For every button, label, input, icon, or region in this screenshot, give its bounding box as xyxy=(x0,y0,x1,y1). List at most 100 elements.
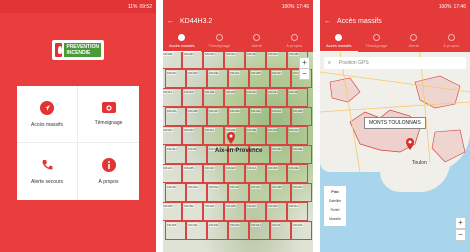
grid-tile[interactable]: KD41A xyxy=(203,126,224,145)
grid-tile[interactable]: KD43E xyxy=(249,107,270,126)
grid-tile[interactable]: KD42A xyxy=(203,202,224,221)
grid-tile[interactable]: KD44I xyxy=(287,88,308,107)
grid-tile[interactable]: KD43E xyxy=(291,145,312,164)
grid-tile[interactable]: KD42C xyxy=(163,126,182,145)
grid-tile[interactable]: KD44G xyxy=(186,183,207,202)
zoom-out-button[interactable]: − xyxy=(299,68,310,80)
status-bar: 100% 17:46 xyxy=(163,0,313,13)
grid-tile[interactable]: KD43C xyxy=(291,183,312,202)
grid-tile[interactable]: KD41A xyxy=(287,202,308,221)
grid-tile[interactable]: KD42C xyxy=(245,202,266,221)
grid-tile-code: KD43C xyxy=(209,109,219,113)
grid-tile[interactable]: KD43D xyxy=(186,69,207,88)
grid-tile[interactable]: KD43E xyxy=(182,202,203,221)
grid-tile-code: KD44H xyxy=(167,147,177,151)
grid-tile[interactable]: KD43D xyxy=(228,107,249,126)
back-arrow-icon[interactable]: ← xyxy=(167,18,174,25)
grid-tile[interactable]: KD42B xyxy=(249,69,270,88)
grid-tile[interactable]: KD43B xyxy=(186,107,207,126)
massif-label[interactable]: MONTS TOULONNAIS xyxy=(364,117,426,129)
grid-tile[interactable]: KD41A xyxy=(245,164,266,183)
layer-option[interactable]: Plan xyxy=(326,188,344,197)
grid-tile-code: KD44H xyxy=(251,223,261,227)
grid-tile[interactable]: KD41B xyxy=(266,164,287,183)
grid-tile[interactable]: KD41B xyxy=(182,88,203,107)
grid-tile-code: KD44I xyxy=(289,90,298,94)
location-pin-icon[interactable] xyxy=(406,138,414,150)
grid-tile[interactable]: KD44F xyxy=(182,52,203,69)
grid-tile[interactable]: KD42D xyxy=(224,164,245,183)
location-pin-icon[interactable] xyxy=(227,132,235,144)
menu-icon[interactable]: ≡ xyxy=(328,60,331,66)
grid-tile[interactable]: KD43D xyxy=(270,145,291,164)
search-bar[interactable]: ≡ Position GPS xyxy=(324,57,466,69)
grid-tile[interactable]: KD44G xyxy=(228,221,249,240)
grid-tile[interactable]: KD44H xyxy=(266,88,287,107)
grid-tile[interactable]: KD42C xyxy=(203,164,224,183)
layer-option[interactable]: Relief xyxy=(326,206,344,215)
grid-tile-code: KD43E xyxy=(184,204,194,208)
grid-tile[interactable]: KD44G xyxy=(287,126,308,145)
tab-acces-massifs[interactable]: Accès massifs xyxy=(163,30,201,52)
grid-tile[interactable]: KD44I xyxy=(228,183,249,202)
grid-tile[interactable]: KD43A xyxy=(291,221,312,240)
grid-tile[interactable]: KD44F xyxy=(165,183,186,202)
grid-tile[interactable]: KD44F xyxy=(207,221,228,240)
grid-tile[interactable]: KD42A xyxy=(270,107,291,126)
grid-tile[interactable]: KD43E xyxy=(207,69,228,88)
grid-tile-code: KD43A xyxy=(293,223,303,227)
grid-tile[interactable]: KD42C xyxy=(270,69,291,88)
tab-a-propos[interactable]: À propos xyxy=(433,30,470,52)
grid-tile[interactable]: KD43A xyxy=(266,52,287,69)
menu-tile-a-propos[interactable]: À propos xyxy=(78,143,139,200)
grid-tile[interactable]: KD44E xyxy=(245,126,266,145)
grid-tile[interactable]: KD42B xyxy=(182,164,203,183)
grid-tile[interactable]: KD44I xyxy=(270,221,291,240)
menu-tile-temoignage[interactable]: Témoignage xyxy=(78,86,139,143)
grid-tile[interactable]: KD44H xyxy=(224,52,245,69)
zoom-in-button[interactable]: + xyxy=(455,217,466,229)
grid-tile[interactable]: KD44F xyxy=(224,88,245,107)
grid-tile[interactable]: KD41B xyxy=(165,221,186,240)
layer-option[interactable]: Massifs xyxy=(326,215,344,224)
grid-tile[interactable]: KD42A xyxy=(163,164,182,183)
grid-tile[interactable]: KD42D xyxy=(266,202,287,221)
tab-alerte[interactable]: Alerte xyxy=(238,30,276,52)
grid-tile[interactable]: KD44F xyxy=(266,126,287,145)
grid-tile[interactable]: KD43C xyxy=(207,107,228,126)
grid-tile[interactable]: KD43C xyxy=(165,69,186,88)
grid-tile[interactable]: KD44H xyxy=(207,183,228,202)
menu-tile-acces-massifs[interactable]: Accès massifs xyxy=(17,86,78,143)
menu-tile-alerte-secours[interactable]: Alerte secours xyxy=(17,143,78,200)
grid-tile[interactable]: KD44E xyxy=(163,52,182,69)
grid-tile[interactable]: KD43A xyxy=(249,183,270,202)
tab-alerte[interactable]: Alerte xyxy=(395,30,433,52)
grid-tile[interactable]: KD42D xyxy=(182,126,203,145)
grid-map[interactable]: KD43A KD44I KD44H KD44G KD44F KD44E KD41B KD41A… xyxy=(163,52,313,252)
grid-tile[interactable]: KD44E xyxy=(186,221,207,240)
grid-tile[interactable]: KD42B xyxy=(291,107,312,126)
grid-tile[interactable]: KD44I xyxy=(245,52,266,69)
grid-tile[interactable]: KD44G xyxy=(245,88,266,107)
grid-tile-code: KD41B xyxy=(268,166,278,170)
back-arrow-icon[interactable]: ← xyxy=(324,18,331,25)
grid-tile[interactable]: KD44H xyxy=(249,221,270,240)
grid-tile[interactable]: KD44G xyxy=(203,52,224,69)
grid-tile[interactable]: KD43A xyxy=(165,107,186,126)
grid-tile[interactable]: KD44E xyxy=(287,164,308,183)
grid-tile[interactable]: KD43D xyxy=(163,202,182,221)
tab-a-propos[interactable]: À propos xyxy=(276,30,314,52)
grid-tile[interactable]: KD44E xyxy=(203,88,224,107)
grid-tile[interactable]: KD42A xyxy=(228,69,249,88)
grid-tile[interactable]: KD44I xyxy=(186,145,207,164)
tab-acces-massifs[interactable]: Accès massifs xyxy=(320,30,358,52)
grid-tile[interactable]: KD41A xyxy=(163,88,182,107)
layer-option[interactable]: Satellite xyxy=(326,197,344,206)
search-input[interactable]: Position GPS xyxy=(339,60,369,66)
grid-tile[interactable]: KD43B xyxy=(270,183,291,202)
grid-tile[interactable]: KD42B xyxy=(224,202,245,221)
zoom-out-button[interactable]: − xyxy=(455,229,466,241)
grid-tile[interactable]: KD44H xyxy=(165,145,186,164)
tab-temoignage[interactable]: Témoignage xyxy=(358,30,396,52)
tab-temoignage[interactable]: Témoignage xyxy=(201,30,239,52)
